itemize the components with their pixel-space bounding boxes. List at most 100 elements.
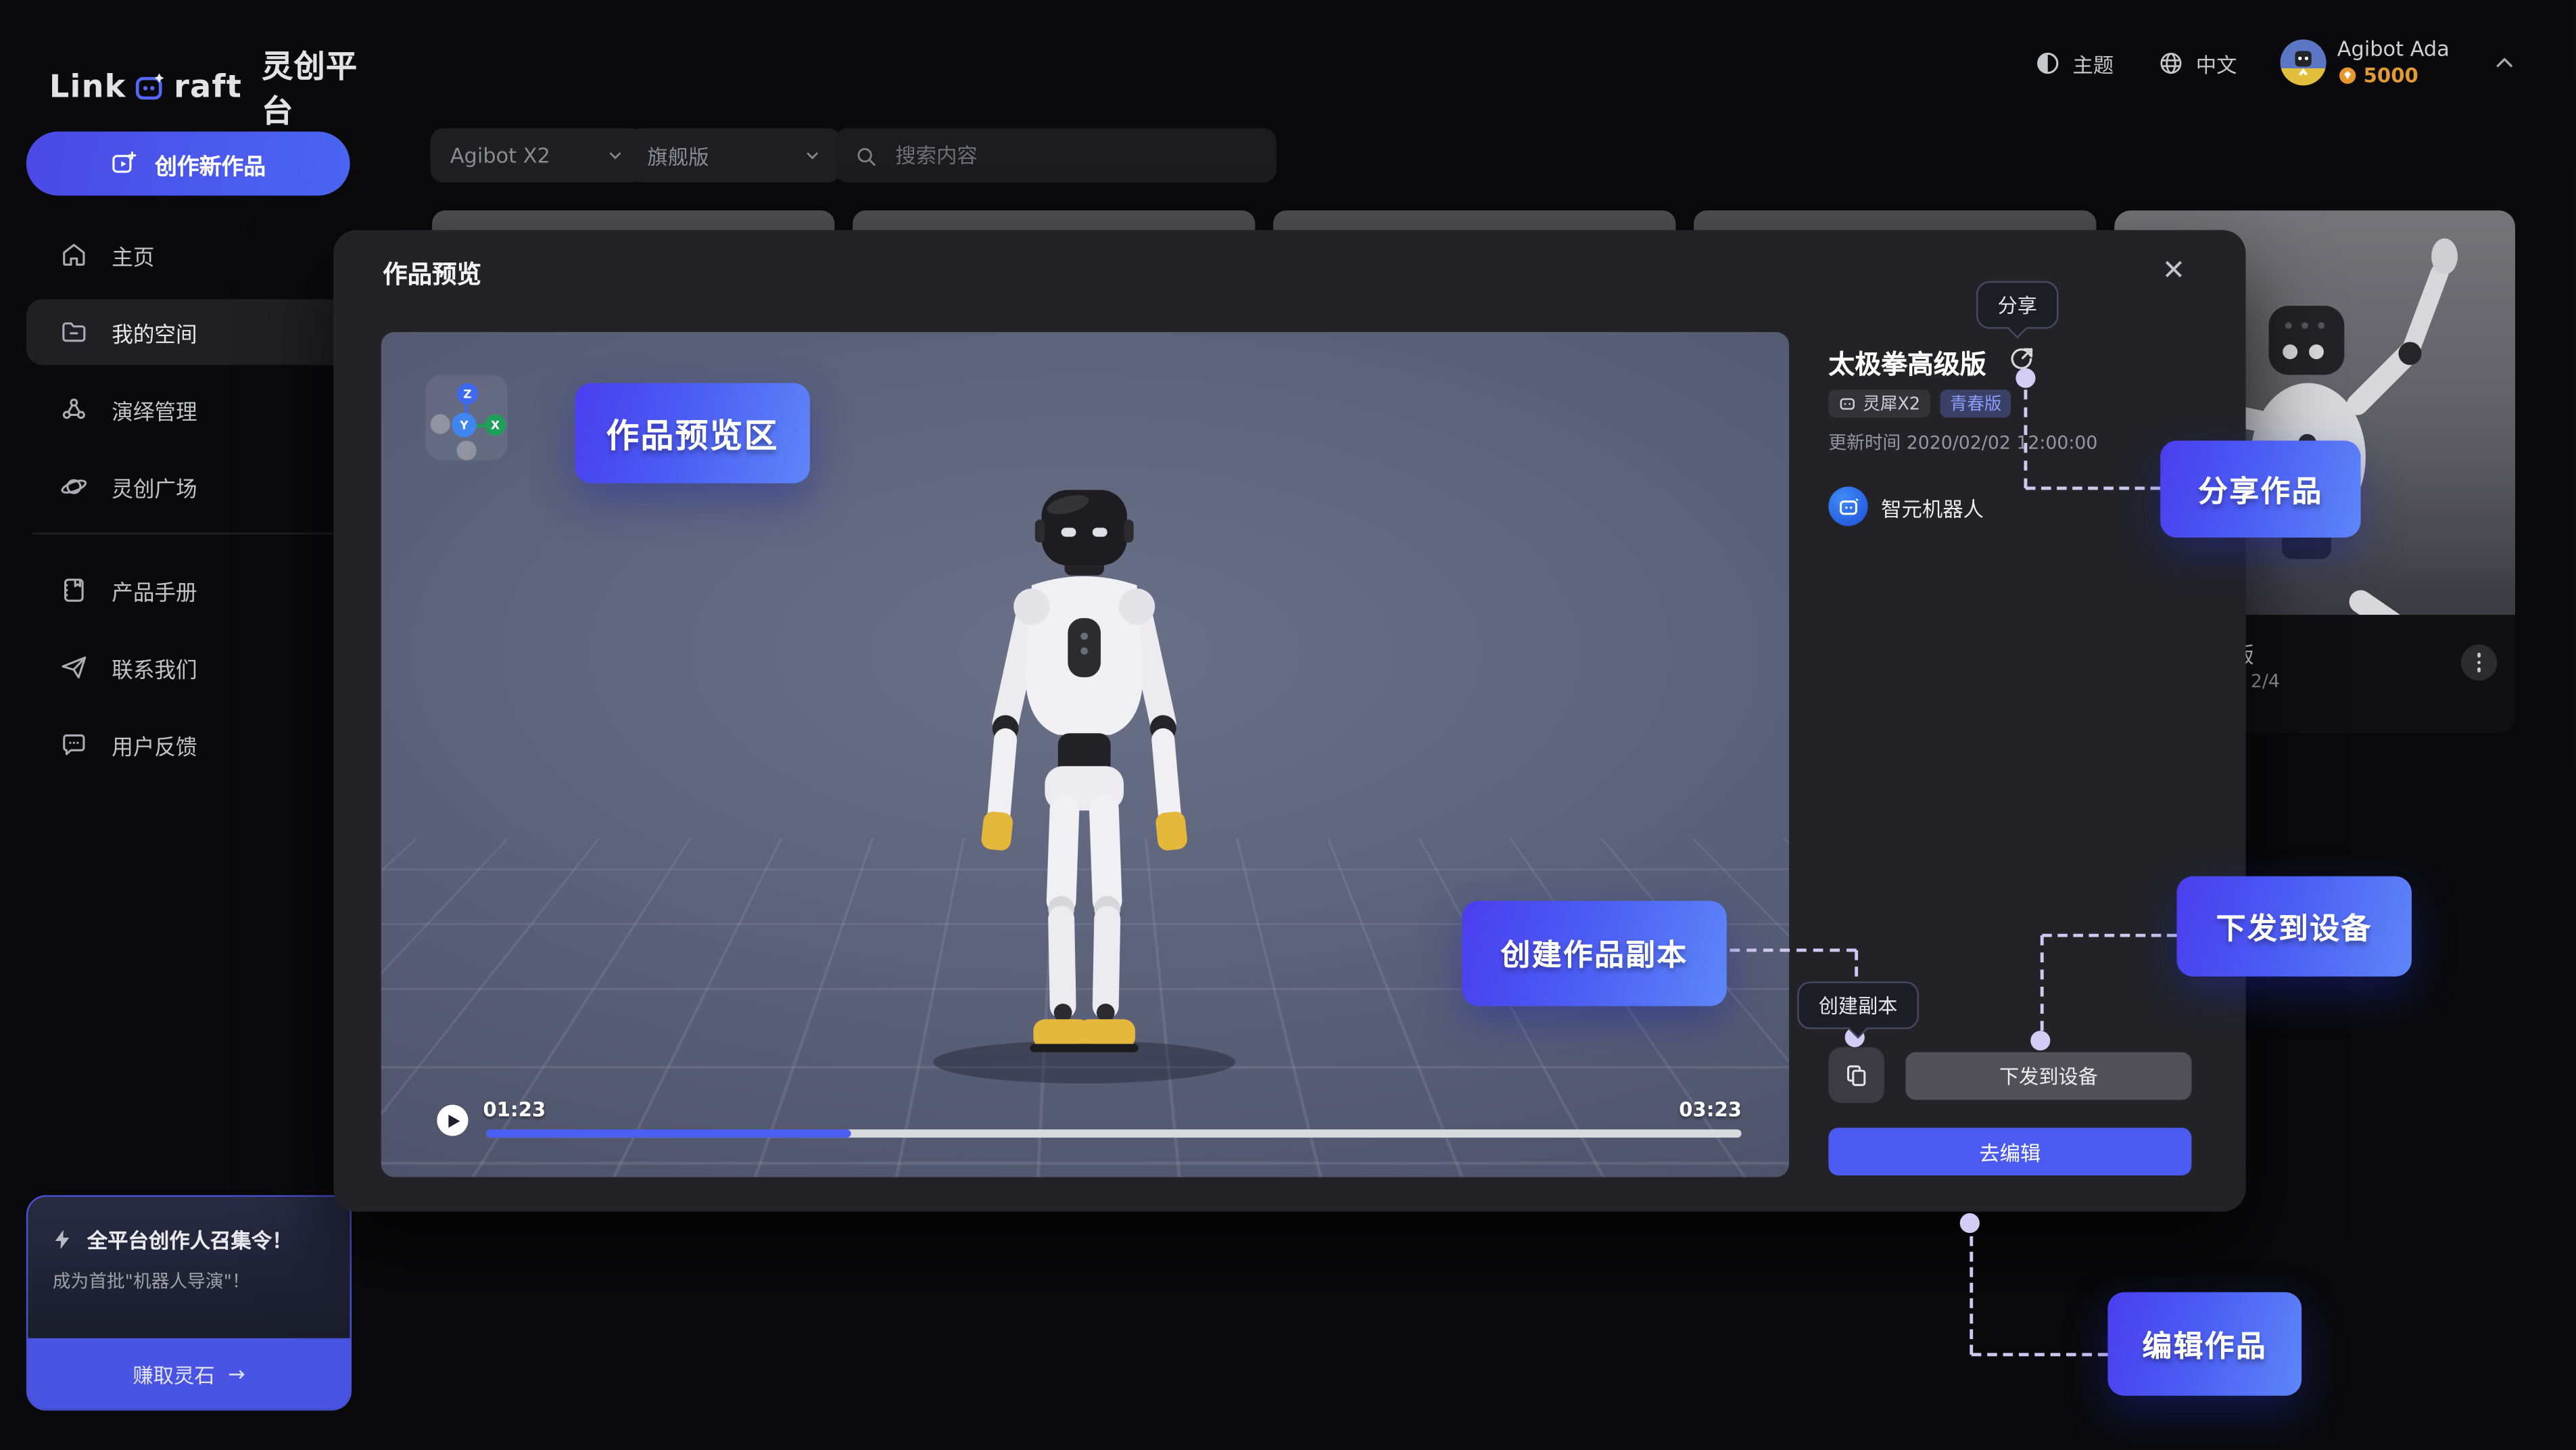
model-tag: 灵犀X2 xyxy=(1828,390,1930,417)
sidebar-item-manual[interactable]: 产品手册 xyxy=(26,557,350,623)
paper-plane-icon xyxy=(59,653,89,682)
search-bar xyxy=(834,128,1277,183)
sidebar: Link raft 灵创平台 创作新作品 xyxy=(0,0,381,1450)
kebab-menu-icon[interactable] xyxy=(2461,645,2497,680)
connector-share-h xyxy=(2026,487,2160,490)
language-switch[interactable]: 中文 xyxy=(2156,47,2237,78)
sidebar-item-label: 演绎管理 xyxy=(112,394,197,425)
username: Agibot Ada xyxy=(2337,38,2450,61)
axis-gray-left xyxy=(431,415,450,434)
brand-platform: 灵创平台 xyxy=(262,43,381,131)
connector-deploy-v xyxy=(2041,935,2044,1031)
edition-tag-label: 青春版 xyxy=(1950,392,2002,416)
author-avatar xyxy=(1828,487,1867,526)
chat-bubble-icon xyxy=(59,730,89,759)
robot-preview xyxy=(903,477,1265,1102)
sidebar-item-feedback[interactable]: 用户反馈 xyxy=(26,712,350,778)
theme-toggle[interactable]: 主题 xyxy=(2033,47,2114,78)
connector-deploy-h xyxy=(2042,934,2176,937)
modal-title: 作品预览 xyxy=(383,256,481,291)
callout-preview-area: 作品预览区 xyxy=(575,383,809,483)
sidebar-item-label: 我的空间 xyxy=(112,317,197,348)
nodes-icon xyxy=(59,394,89,424)
callout-edit-work: 编辑作品 xyxy=(2107,1292,2301,1396)
sidebar-item-my-space[interactable]: 我的空间 xyxy=(26,299,350,365)
current-time: 01:23 xyxy=(483,1098,546,1121)
sidebar-divider xyxy=(33,533,343,534)
connector-dot-edit xyxy=(1960,1213,1980,1233)
header: 主题 中文 Agibot Ada xyxy=(2033,33,2517,93)
sidebar-item-label: 联系我们 xyxy=(112,652,197,683)
search-icon xyxy=(854,144,877,167)
connector-copy-h xyxy=(1730,949,1857,952)
search-input[interactable] xyxy=(892,141,1194,169)
sidebar-nav: 主页 我的空间 演绎管理 xyxy=(26,222,350,789)
callout-deploy-device: 下发到设备 xyxy=(2176,876,2411,977)
axis-gray-bottom xyxy=(456,440,476,460)
chevron-down-icon xyxy=(803,146,821,164)
create-new-work-label: 创作新作品 xyxy=(155,147,266,181)
home-icon xyxy=(59,240,89,270)
connector-dot-deploy xyxy=(2030,1031,2050,1050)
theme-icon xyxy=(2033,49,2061,76)
author-row[interactable]: 智元机器人 xyxy=(1828,487,1984,526)
app-window: Link raft 灵创平台 创作新作品 xyxy=(0,0,2576,1450)
robot-face-logo-icon xyxy=(133,70,167,104)
create-new-work-button[interactable]: 创作新作品 xyxy=(26,131,350,195)
axis-x: X xyxy=(485,415,506,436)
folder-icon xyxy=(59,317,89,347)
promo-title: 全平台创作人召集令！ xyxy=(87,1223,293,1255)
close-icon[interactable]: ✕ xyxy=(2162,255,2186,288)
total-time: 03:23 xyxy=(1679,1098,1741,1121)
sidebar-item-label: 用户反馈 xyxy=(112,729,197,760)
globe-icon xyxy=(2156,49,2184,76)
coin-balance: 5000 xyxy=(2364,64,2418,87)
lightning-icon xyxy=(51,1227,74,1250)
deploy-to-device-button[interactable]: 下发到设备 xyxy=(1906,1052,2192,1100)
brand-prefix: Link xyxy=(49,69,126,105)
callout-create-copy: 创建作品副本 xyxy=(1462,901,1727,1006)
work-tags: 灵犀X2 青春版 xyxy=(1828,390,2011,417)
edition-tag: 青春版 xyxy=(1940,390,2011,417)
model-dropdown-value: Agibot X2 xyxy=(450,143,550,167)
model-tag-label: 灵犀X2 xyxy=(1863,392,1920,416)
update-time: 更新时间 2020/02/02 12:00:00 xyxy=(1828,429,2097,455)
sidebar-item-label: 产品手册 xyxy=(112,575,197,606)
theme-label: 主题 xyxy=(2072,47,2114,78)
edition-dropdown[interactable]: 旗舰版 xyxy=(627,128,841,183)
axis-z: Z xyxy=(456,383,478,404)
sidebar-item-plaza[interactable]: 灵创广场 xyxy=(26,454,350,519)
earn-gems-button[interactable]: 赚取灵石 → xyxy=(28,1338,350,1409)
book-icon xyxy=(59,576,89,605)
sidebar-item-label: 灵创广场 xyxy=(112,471,197,502)
axis-gizmo[interactable]: Z Y X xyxy=(425,375,507,460)
earn-gems-label: 赚取灵石 xyxy=(133,1358,215,1389)
chevron-up-icon[interactable] xyxy=(2492,50,2517,74)
play-button[interactable] xyxy=(437,1104,468,1136)
work-title: 太极拳高级版 xyxy=(1828,342,1986,381)
brand-suffix: raft xyxy=(174,69,242,105)
copy-tooltip: 创建副本 xyxy=(1797,981,1919,1029)
share-tooltip: 分享 xyxy=(1976,281,2058,329)
copy-work-button[interactable] xyxy=(1828,1047,1884,1103)
sidebar-item-contact[interactable]: 联系我们 xyxy=(26,634,350,700)
go-edit-button[interactable]: 去编辑 xyxy=(1828,1128,2191,1175)
planet-icon xyxy=(59,472,89,502)
chevron-down-icon xyxy=(606,146,625,164)
model-dropdown[interactable]: Agibot X2 xyxy=(431,128,644,183)
brand-logo: Link raft 灵创平台 xyxy=(49,43,381,131)
callout-share-work: 分享作品 xyxy=(2160,440,2360,537)
axis-y: Y xyxy=(452,413,476,437)
sidebar-item-performance[interactable]: 演绎管理 xyxy=(26,377,350,442)
progress-bar[interactable] xyxy=(486,1129,1741,1138)
promo-card: 全平台创作人召集令！ 成为首批"机器人导演"！ 赚取灵石 → xyxy=(26,1195,352,1410)
work-card-progress: 2/4 xyxy=(2251,671,2280,693)
copy-icon xyxy=(1843,1062,1869,1088)
user-menu[interactable]: Agibot Ada 5000 xyxy=(2280,38,2450,87)
avatar[interactable] xyxy=(2280,39,2326,85)
coin-icon xyxy=(2337,66,2357,85)
connector-edit-v xyxy=(1970,1236,1973,1355)
connector-share-v xyxy=(2024,390,2028,488)
sidebar-item-home[interactable]: 主页 xyxy=(26,222,350,287)
connector-dot-share xyxy=(2016,368,2035,388)
